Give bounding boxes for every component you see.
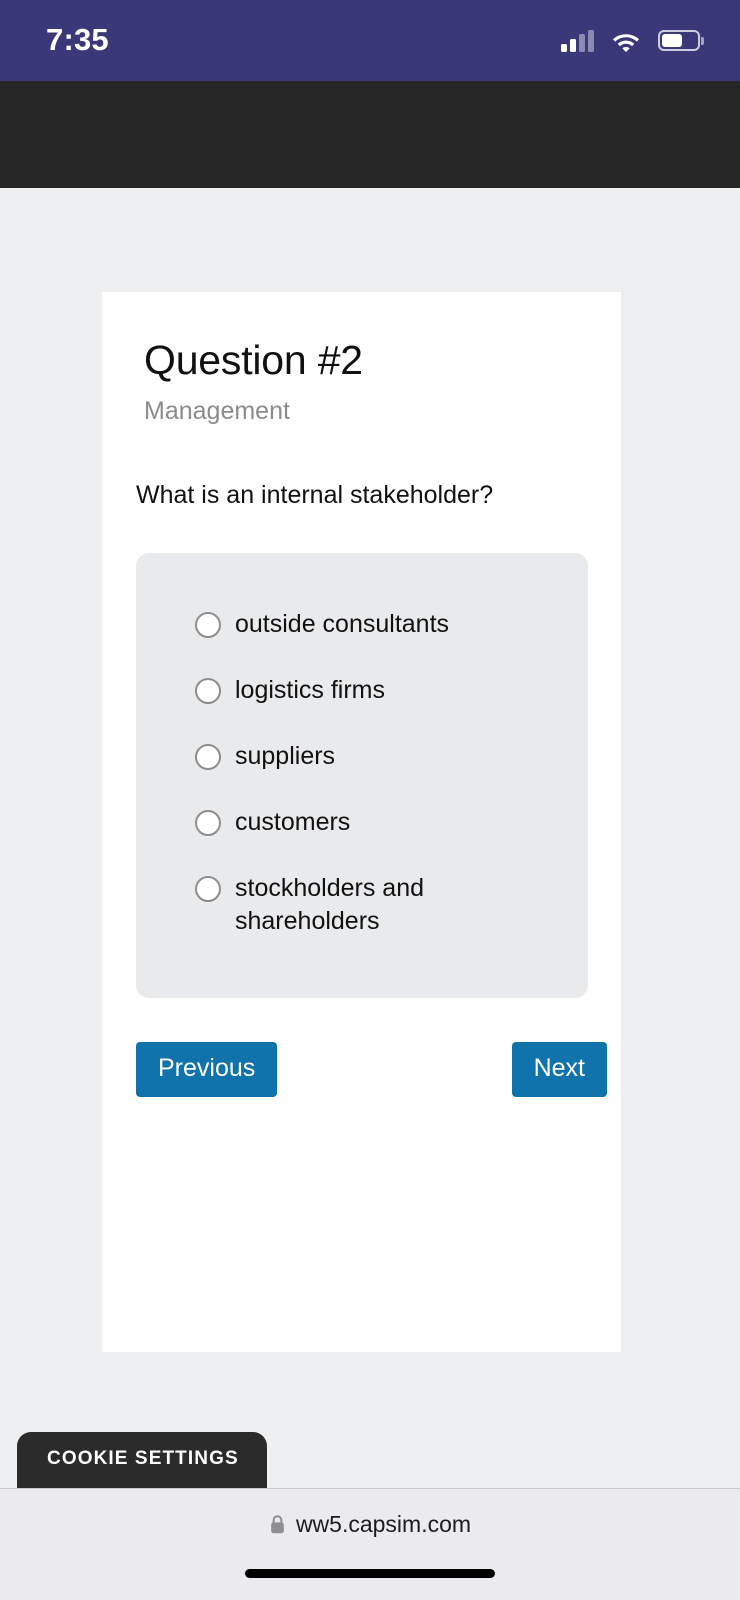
battery-fill — [662, 34, 682, 47]
cellular-signal-icon — [561, 29, 594, 52]
radio-button-icon[interactable] — [195, 744, 221, 771]
answer-option-4[interactable]: customers — [195, 806, 566, 839]
answer-option-1[interactable]: outside consultants — [195, 608, 566, 641]
page-viewport: Question #2 Management What is an intern… — [0, 188, 740, 1488]
previous-button[interactable]: Previous — [136, 1042, 278, 1098]
radio-button-icon[interactable] — [195, 612, 221, 639]
answer-option-label: suppliers — [235, 742, 336, 771]
radio-button-icon[interactable] — [195, 810, 221, 837]
answer-option-label: outside consultants — [235, 610, 450, 639]
quiz-navigation: Previous Next — [136, 1042, 607, 1098]
answer-option-label: customers — [235, 808, 351, 837]
quiz-card-content: Question #2 Management What is an intern… — [102, 292, 621, 1098]
next-button[interactable]: Next — [511, 1042, 607, 1098]
status-bar-time: 7:35 — [46, 22, 109, 57]
quiz-card: Question #2 Management What is an intern… — [102, 292, 621, 1352]
answer-option-label: logistics firms — [235, 676, 386, 705]
question-category: Management — [144, 397, 290, 426]
battery-icon — [658, 30, 700, 51]
cookie-settings-label: COOKIE SETTINGS — [47, 1448, 239, 1469]
status-bar-icons — [561, 29, 700, 52]
radio-button-icon[interactable] — [195, 678, 221, 705]
browser-bottom-bar: ww5.capsim.com — [0, 1488, 740, 1600]
lock-icon — [269, 1514, 286, 1535]
home-indicator — [245, 1569, 495, 1578]
address-bar[interactable]: ww5.capsim.com — [0, 1489, 740, 1559]
cookie-settings-tab[interactable]: COOKIE SETTINGS — [17, 1432, 267, 1488]
ios-status-bar: 7:35 — [0, 0, 740, 81]
url-text: ww5.capsim.com — [295, 1510, 472, 1537]
answer-option-3[interactable]: suppliers — [195, 740, 566, 773]
page-title: Question #2 — [144, 337, 363, 383]
answer-options-panel: outside consultants logistics firms supp… — [136, 553, 588, 999]
question-prompt: What is an internal stakeholder? — [136, 480, 494, 509]
answer-option-2[interactable]: logistics firms — [195, 674, 566, 707]
answer-option-5[interactable]: stockholders and shareholders — [195, 872, 566, 938]
browser-top-chrome — [0, 81, 740, 188]
wifi-icon — [611, 30, 641, 52]
answer-option-label: stockholders and shareholders — [235, 874, 425, 936]
radio-button-icon[interactable] — [195, 876, 221, 903]
